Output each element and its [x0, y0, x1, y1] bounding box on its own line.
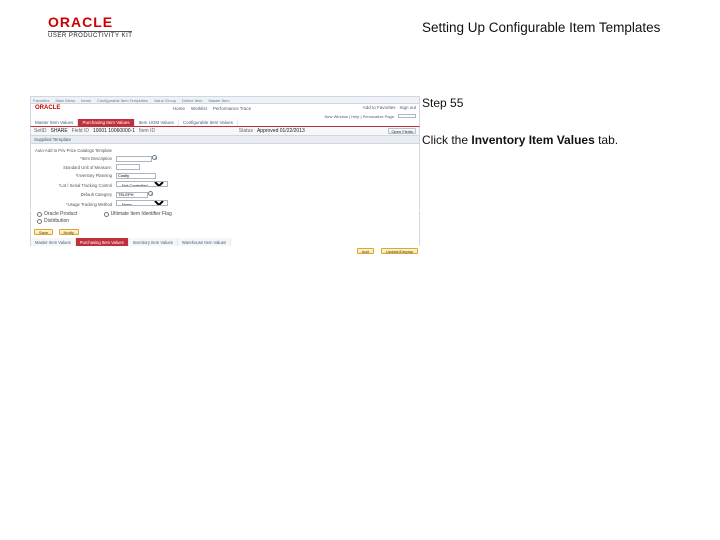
tab2-inventory[interactable]: Inventory Item Values [129, 238, 178, 246]
update-display-button[interactable]: Update/Display [381, 248, 418, 254]
open-fields-button[interactable]: Open Fields [388, 128, 416, 134]
trace2-label: *Usage Tracking Method [34, 202, 116, 207]
setid-value: SHARE [51, 128, 68, 134]
tab-configurable-item[interactable]: Configurable Item Values [179, 119, 238, 126]
brand-block: ORACLE USER PRODUCTIVITY KIT [48, 14, 132, 39]
search-input[interactable] [398, 114, 416, 118]
planning-label: *Inventory Planning [34, 173, 116, 178]
check-distribution[interactable] [37, 219, 42, 224]
nav-worklist[interactable]: Worklist [191, 106, 207, 111]
app-screenshot: Favorites Main Menu Items Configurable I… [30, 96, 420, 286]
itemid-label: Item ID [139, 128, 155, 134]
instruction-panel: Step 55 Click the Inventory Item Values … [422, 96, 692, 149]
check-group: Oracle Product Ultimate Item Identifier … [30, 211, 420, 227]
action-bar: Save Notify [30, 227, 420, 238]
section-title: Supplied Template [30, 135, 420, 144]
info-bar: SetID SHARE Field ID 10001 10060000-1 It… [30, 127, 420, 135]
setid-label: SetID [34, 128, 47, 134]
check-oracle-product-label: Oracle Product [44, 211, 77, 217]
auto-add-label: Auto-Add to Priv Price Catalogs Template [34, 148, 116, 153]
instruction-post: tab. [595, 133, 618, 147]
nav-home[interactable]: Home [173, 106, 185, 111]
oracle-subtitle: USER PRODUCTIVITY KIT [48, 31, 132, 39]
crumb[interactable]: Master Item [209, 98, 230, 103]
tab-master-item[interactable]: Master Item Values [31, 119, 78, 126]
crumb[interactable]: Main Menu [55, 98, 75, 103]
tab-purchasing-item[interactable]: Purchasing Item Values [78, 119, 134, 126]
crumb[interactable]: Favorites [33, 98, 49, 103]
std-uom-input[interactable] [116, 164, 140, 170]
trace1-label: *Lot / Serial Tracking Control [34, 183, 116, 188]
top-tabs: Master Item Values Purchasing Item Value… [30, 119, 420, 127]
tab2-purchasing[interactable]: Purchasing Item Values [76, 238, 129, 246]
nav-favorites[interactable]: Add to Favorites [363, 105, 396, 112]
search-icon[interactable] [152, 155, 157, 160]
save-button[interactable]: Save [34, 229, 53, 235]
form: Auto-Add to Priv Price Catalogs Template… [30, 144, 420, 210]
fieldid-value: 10001 10060000-1 [93, 128, 135, 134]
notify-button[interactable]: Notify [59, 229, 79, 235]
nav-perf[interactable]: Performance Trace [213, 106, 251, 111]
oracle-logo: ORACLE [48, 14, 132, 30]
instruction-pre: Click the [422, 133, 471, 147]
planning-input[interactable] [116, 173, 156, 179]
subnav-links[interactable]: New Window | Help | Personalize Page [325, 114, 394, 119]
bottom-tabs: Master Item Values Purchasing Item Value… [30, 238, 420, 246]
tab-item-uom[interactable]: Item UOM Values [135, 119, 179, 126]
trace2-select[interactable]: None [116, 200, 168, 206]
crumb[interactable]: Value Group [154, 98, 176, 103]
check-distribution-label: Distribution [44, 218, 69, 224]
page-title: Setting Up Configurable Item Templates [422, 20, 692, 35]
check-identifier-flag[interactable] [104, 212, 109, 217]
trace1-select[interactable]: Not Controlled [116, 181, 168, 187]
std-uom-label: Standard Unit of Measure: [34, 165, 116, 170]
search-icon[interactable] [148, 191, 153, 196]
category-label: Default Category [34, 192, 116, 197]
crumb[interactable]: Configurable Item Templates [97, 98, 148, 103]
app-logo: ORACLE [31, 104, 64, 113]
instruction-target: Inventory Item Values [471, 133, 594, 147]
add-button[interactable]: Add [357, 248, 374, 254]
tab2-warehouse[interactable]: Warehouse Item Values [178, 238, 231, 246]
step-number: Step 55 [422, 96, 692, 110]
fieldid-label: Field ID [72, 128, 89, 134]
category-input[interactable] [116, 192, 148, 198]
nav-links: Home Worklist Performance Trace [64, 104, 359, 113]
tab2-master[interactable]: Master Item Values [31, 238, 76, 246]
check-oracle-product[interactable] [37, 212, 42, 217]
status-label: Status [239, 128, 253, 134]
breadcrumb-bar: Favorites Main Menu Items Configurable I… [30, 96, 420, 104]
crumb[interactable]: Items [81, 98, 91, 103]
crumb[interactable]: Define Item [182, 98, 202, 103]
app-nav: ORACLE Home Worklist Performance Trace A… [30, 104, 420, 113]
desc-input[interactable] [116, 156, 152, 162]
nav-signout[interactable]: Sign out [399, 105, 416, 112]
check-identifier-flag-label: Ultimate Item Identifier Flag [111, 211, 172, 217]
desc-label: *Item Description [34, 156, 116, 161]
step-instruction: Click the Inventory Item Values tab. [422, 132, 692, 149]
status-value: Approved 01/22/2013 [257, 128, 305, 134]
